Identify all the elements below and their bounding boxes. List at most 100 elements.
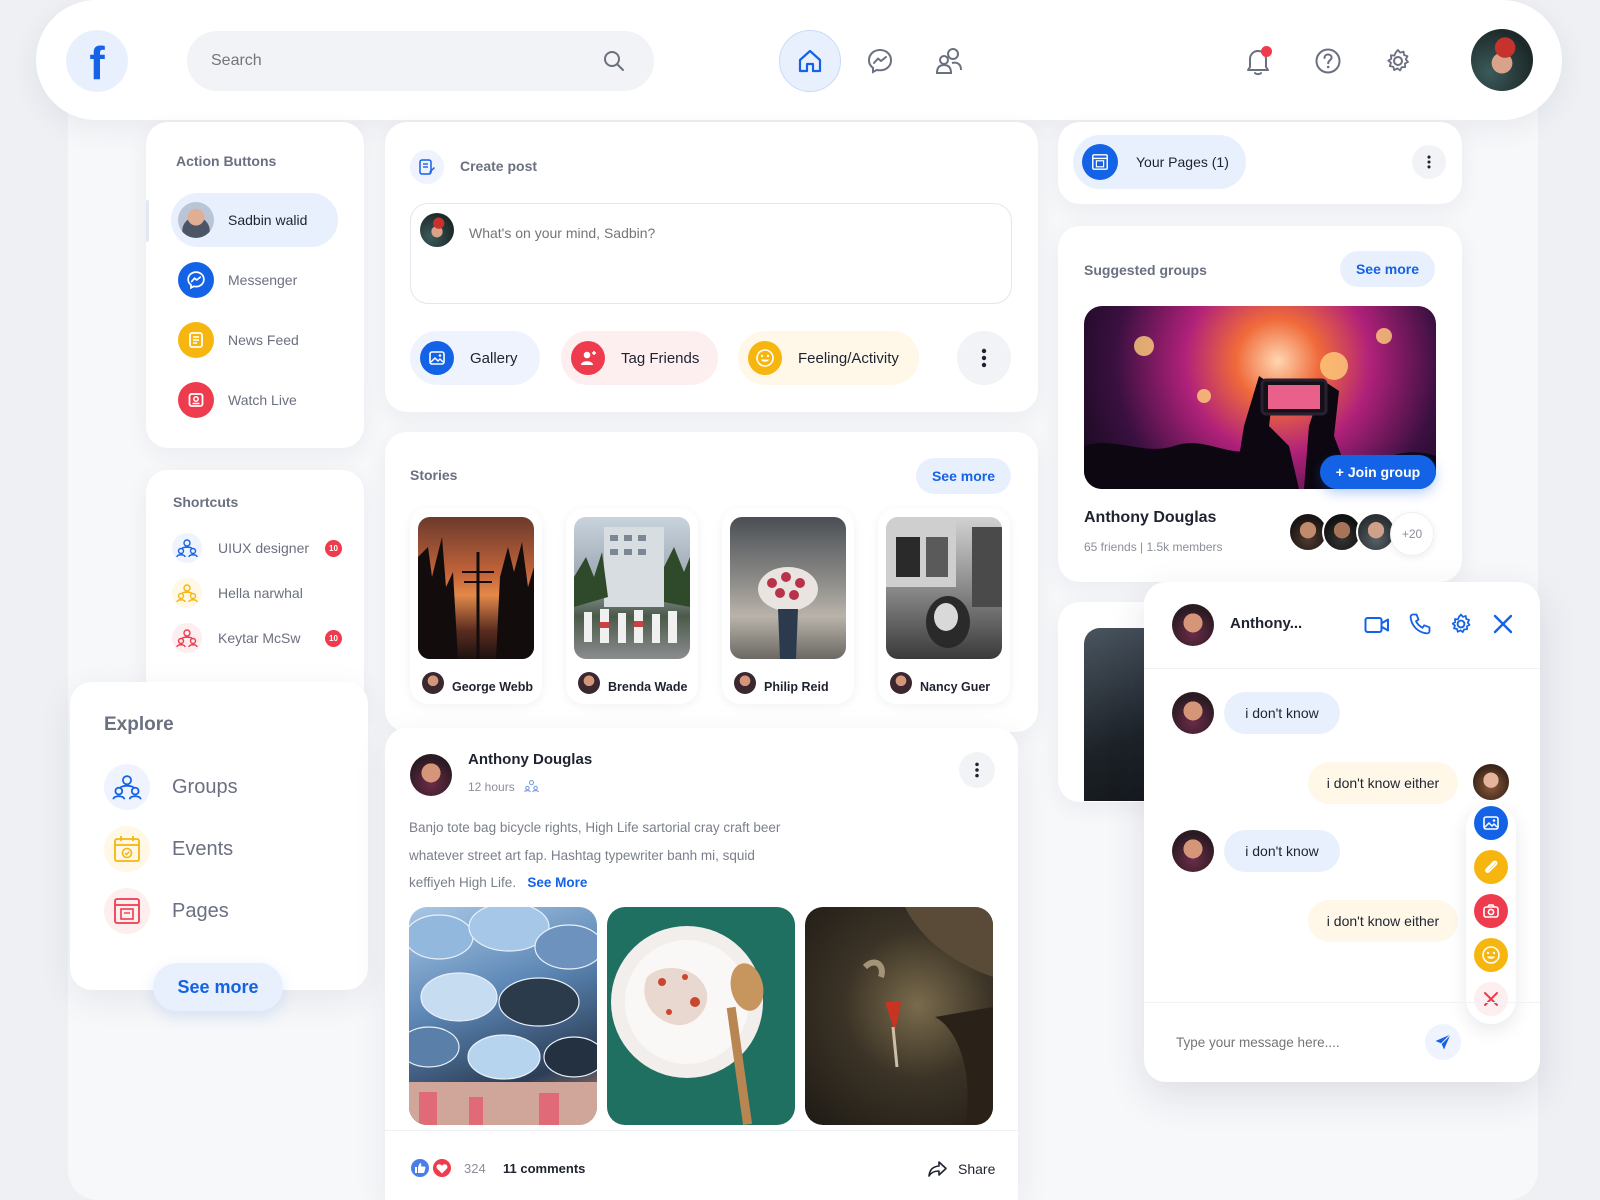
search-input[interactable] (211, 47, 571, 75)
gallery-button[interactable]: Gallery (410, 331, 540, 385)
shortcut-item[interactable]: Keytar McSw (172, 623, 300, 653)
camera-tool[interactable] (1474, 894, 1508, 928)
post-author-avatar[interactable] (410, 754, 452, 796)
tag-friends-button[interactable]: Tag Friends (561, 331, 718, 385)
search-bar[interactable] (187, 31, 654, 91)
facebook-logo[interactable]: f (66, 30, 128, 92)
explore-item-events[interactable]: Events (104, 824, 233, 874)
suggested-groups-title: Suggested groups (1084, 262, 1207, 278)
nav-home[interactable] (779, 30, 841, 92)
gear-icon[interactable] (1384, 47, 1412, 75)
close-icon (1484, 992, 1498, 1006)
chat-input-divider (1144, 1002, 1540, 1003)
post-image-plate[interactable] (607, 907, 795, 1125)
story-image (574, 517, 690, 659)
explore-item-pages[interactable]: Pages (104, 886, 229, 936)
stories-title: Stories (410, 467, 458, 483)
messenger-icon[interactable] (866, 47, 894, 75)
chat-avatar[interactable] (1172, 604, 1214, 646)
story-card[interactable]: Philip Reid (722, 508, 854, 704)
feeling-activity-button[interactable]: Feeling/Activity (738, 331, 919, 385)
groups-see-more-button[interactable]: See more (1340, 251, 1435, 287)
search-icon[interactable] (603, 50, 625, 72)
send-button[interactable] (1425, 1024, 1461, 1060)
emoji-icon (1482, 946, 1500, 964)
sidebar-item-profile[interactable]: Sadbin walid (178, 200, 307, 240)
phone-icon[interactable] (1408, 612, 1432, 636)
sidebar-item-watch-live[interactable]: Watch Live (178, 380, 297, 420)
gallery-tool[interactable] (1474, 806, 1508, 840)
story-card[interactable]: Nancy Guer (878, 508, 1010, 704)
chat-message-input[interactable] (1176, 1031, 1396, 1053)
pages-icon (1082, 144, 1118, 180)
more-options-button[interactable] (957, 331, 1011, 385)
shortcut-label: UIUX designer (218, 540, 310, 556)
reactions-count[interactable]: 324 (464, 1161, 486, 1176)
profile-avatar[interactable] (1471, 29, 1533, 91)
live-icon (178, 382, 214, 418)
explore-item-label: Groups (172, 775, 238, 798)
pages-more-button[interactable] (1412, 145, 1446, 179)
attach-tool[interactable] (1474, 850, 1508, 884)
story-name: Nancy Guer (920, 680, 991, 694)
explore-item-groups[interactable]: Groups (104, 762, 238, 812)
close-tools-button[interactable] (1474, 982, 1508, 1016)
more-members-badge[interactable]: +20 (1390, 512, 1434, 556)
story-avatar (890, 672, 912, 694)
emoji-icon (748, 341, 782, 375)
story-avatar (422, 672, 444, 694)
like-reaction-icon (409, 1157, 431, 1179)
story-card[interactable]: Brenda Wade (566, 508, 698, 704)
stories-see-more-button[interactable]: See more (916, 458, 1011, 494)
post-text: Banjo tote bag bicycle rights, High Life… (409, 814, 780, 897)
composer-avatar (420, 213, 454, 247)
join-group-button[interactable]: + Join group (1320, 455, 1436, 489)
comments-count[interactable]: 11 comments (503, 1161, 585, 1176)
post-text-line: keffiyeh High Life. (409, 875, 517, 890)
news-icon (178, 322, 214, 358)
your-pages-button[interactable]: Your Pages (1) (1073, 135, 1246, 189)
your-pages-label: Your Pages (1) (1136, 154, 1229, 170)
avatar (178, 202, 214, 238)
gear-icon[interactable] (1449, 612, 1473, 636)
shortcut-item[interactable]: Hella narwhal (172, 578, 303, 608)
gallery-icon (420, 341, 454, 375)
sidebar-item-news-feed[interactable]: News Feed (178, 320, 299, 360)
groups-icon (104, 764, 150, 810)
emoji-tool[interactable] (1474, 938, 1508, 972)
shortcut-label: Keytar McSw (218, 630, 301, 646)
shortcut-item[interactable]: UIUX designer (172, 533, 309, 563)
pages-icon (104, 888, 150, 934)
post-text-line: Banjo tote bag bicycle rights, High Life… (409, 820, 781, 835)
friends-icon[interactable] (935, 46, 963, 76)
more-vertical-icon (975, 762, 979, 778)
share-button[interactable]: Share (928, 1160, 995, 1178)
create-post-icon (410, 150, 444, 184)
group-meta: 65 friends | 1.5k members (1084, 540, 1223, 554)
group-name[interactable]: Anthony Douglas (1084, 509, 1216, 527)
messenger-icon (178, 262, 214, 298)
post-image-flower[interactable] (805, 907, 993, 1125)
more-vertical-icon (1427, 155, 1431, 169)
audience-icon (524, 779, 539, 793)
story-image (886, 517, 1002, 659)
post-input[interactable] (469, 222, 969, 244)
post-see-more-link[interactable]: See More (527, 875, 587, 890)
post-image-umbrellas[interactable] (409, 907, 597, 1125)
close-icon[interactable] (1492, 613, 1514, 635)
video-icon[interactable] (1364, 615, 1390, 635)
post-composer[interactable] (410, 203, 1012, 304)
shortcut-badge: 10 (325, 630, 342, 647)
chat-contact-name[interactable]: Anthony... (1230, 615, 1302, 632)
story-image (418, 517, 534, 659)
explore-see-more-button[interactable]: See more (153, 963, 283, 1011)
post-more-button[interactable] (959, 752, 995, 788)
help-icon[interactable] (1314, 47, 1342, 75)
story-card[interactable]: George Webb (410, 508, 542, 704)
tag-friends-label: Tag Friends (621, 349, 700, 367)
sidebar-item-messenger[interactable]: Messenger (178, 260, 297, 300)
shortcuts-title: Shortcuts (173, 494, 239, 510)
post-author-name[interactable]: Anthony Douglas (468, 751, 592, 768)
chat-self-avatar (1471, 762, 1511, 802)
sidebar-item-label: Messenger (228, 272, 298, 288)
